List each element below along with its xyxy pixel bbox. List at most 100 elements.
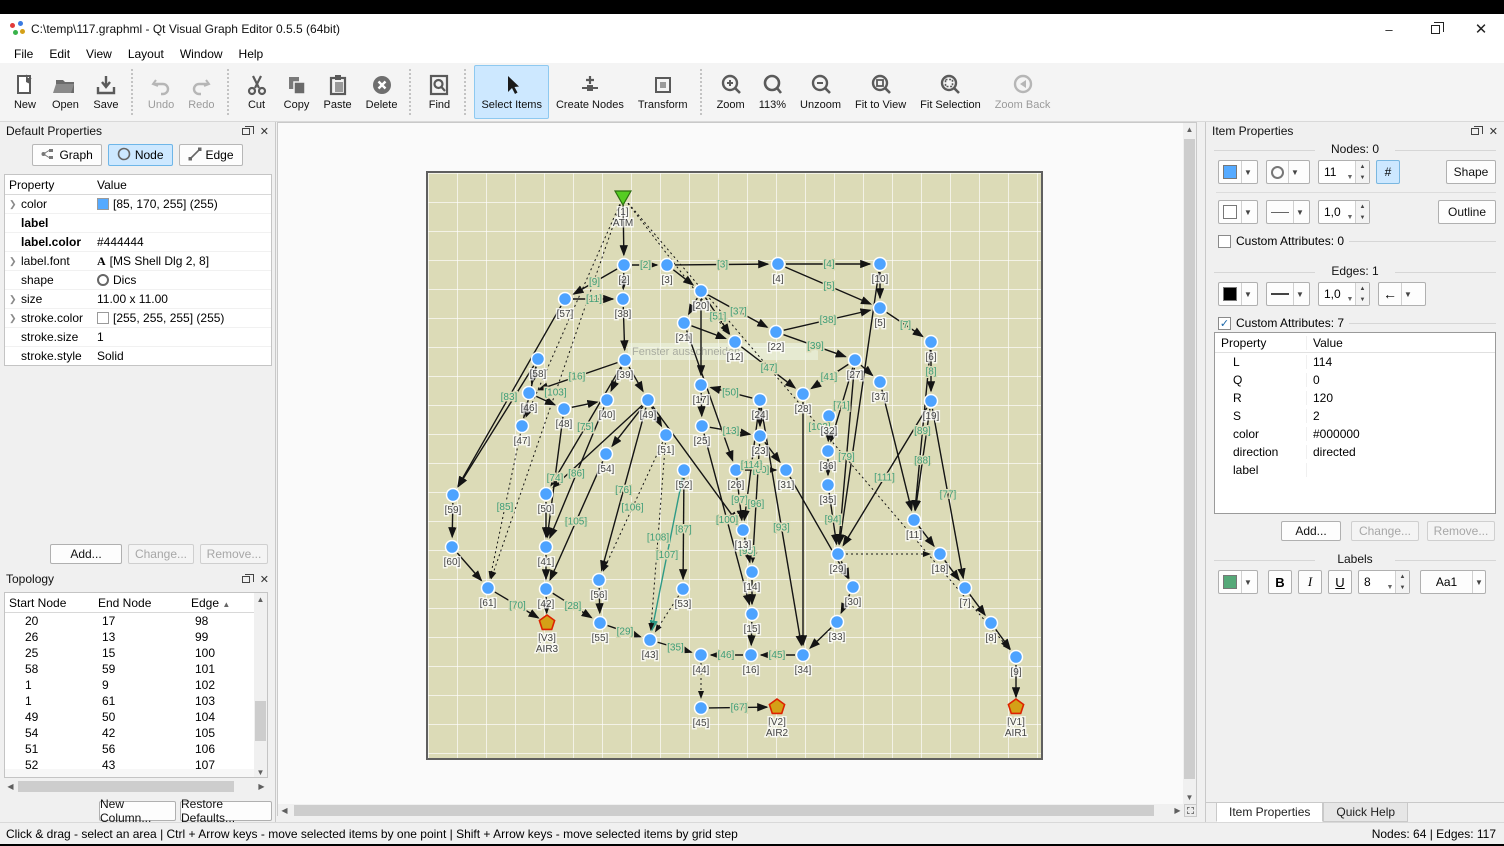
graph-edge[interactable] bbox=[457, 553, 481, 580]
toolbar-paste-button[interactable]: Paste bbox=[317, 65, 359, 119]
graph-node-53[interactable] bbox=[677, 583, 690, 596]
menu-help[interactable]: Help bbox=[231, 46, 272, 62]
canvas-hscrollbar[interactable]: ◀ ▶ bbox=[278, 804, 1184, 817]
graph-edge[interactable] bbox=[673, 270, 693, 285]
node-outline-style-dropdown[interactable]: ▼ bbox=[1266, 200, 1310, 224]
graph-node-10[interactable] bbox=[874, 258, 887, 271]
graph-node-33[interactable] bbox=[831, 616, 844, 629]
graph-node-3[interactable] bbox=[661, 259, 674, 272]
toolbar-unzoom-button[interactable]: Unzoom bbox=[793, 65, 848, 119]
node-color-dropdown[interactable]: ▼ bbox=[1218, 160, 1258, 184]
graph-node-38[interactable] bbox=[617, 293, 630, 306]
graph-node-V2[interactable] bbox=[769, 699, 784, 713]
value-col-header[interactable]: Value bbox=[93, 178, 271, 192]
menu-view[interactable]: View bbox=[78, 46, 120, 62]
graph-node-46[interactable] bbox=[523, 387, 536, 400]
graph-node-60[interactable] bbox=[446, 541, 459, 554]
node-size-lock-toggle[interactable]: # bbox=[1376, 160, 1400, 184]
graph-node-40[interactable] bbox=[601, 394, 614, 407]
toolbar-zoom-button[interactable]: Zoom bbox=[710, 65, 752, 119]
property-row-label.font[interactable]: ❯label.fontA[MS Shell Dlg 2, 8] bbox=[5, 252, 271, 271]
graph-node-30[interactable] bbox=[847, 581, 860, 594]
property-row-size[interactable]: ❯size11.00 x 11.00 bbox=[5, 290, 271, 309]
topology-row[interactable]: 4950104 bbox=[5, 709, 267, 725]
expand-icon[interactable]: ❯ bbox=[9, 294, 19, 305]
graph-node-57[interactable] bbox=[559, 293, 572, 306]
property-row-label[interactable]: label bbox=[5, 214, 271, 233]
graph-node-58[interactable] bbox=[532, 353, 545, 366]
expand-icon[interactable]: ❯ bbox=[9, 313, 19, 324]
graph-node-34[interactable] bbox=[797, 649, 810, 662]
edge-attribute-row[interactable]: Q0 bbox=[1215, 371, 1495, 389]
graph-edge[interactable] bbox=[691, 326, 725, 339]
graph-edge[interactable] bbox=[612, 406, 643, 446]
restore-defaults-button[interactable]: Restore Defaults... bbox=[180, 801, 272, 821]
graph-node-47[interactable] bbox=[516, 420, 529, 433]
property-row-shape[interactable]: shapeDics bbox=[5, 271, 271, 290]
graph-node-48[interactable] bbox=[558, 403, 571, 416]
graph-edge[interactable] bbox=[572, 402, 597, 407]
property-row-color[interactable]: ❯color[85, 170, 255] (255) bbox=[5, 195, 271, 214]
graph-node-9[interactable] bbox=[1010, 651, 1023, 664]
start-node-col-header[interactable]: Start Node bbox=[5, 596, 94, 610]
toolbar-create-button[interactable]: Create Nodes bbox=[549, 65, 631, 119]
new-column-button[interactable]: New Column... bbox=[99, 801, 176, 821]
graph-node-13[interactable] bbox=[737, 524, 750, 537]
graph-canvas[interactable]: Fenster ausschneiden [2][3][4][5][38][7]… bbox=[426, 171, 1043, 760]
topology-row[interactable]: 19102 bbox=[5, 677, 267, 693]
graph-node-V1[interactable] bbox=[1008, 699, 1023, 713]
graph-node-31[interactable] bbox=[780, 464, 793, 477]
node-shape-dropdown[interactable]: ▼ bbox=[1266, 160, 1310, 184]
edge-color-dropdown[interactable]: ▼ bbox=[1218, 282, 1258, 306]
dock-float-icon[interactable] bbox=[242, 576, 250, 583]
graph-node-35[interactable] bbox=[822, 479, 835, 492]
attr-remove-button[interactable]: Remove... bbox=[1427, 521, 1495, 541]
minimize-button[interactable]: – bbox=[1366, 14, 1412, 44]
toolbar-copy-button[interactable]: Copy bbox=[277, 65, 317, 119]
graph-node-22[interactable] bbox=[770, 326, 783, 339]
toolbar-delete-button[interactable]: Delete bbox=[359, 65, 405, 119]
graph-node-59[interactable] bbox=[447, 489, 460, 502]
tab-item-properties[interactable]: Item Properties bbox=[1216, 803, 1323, 822]
graph-node-29[interactable] bbox=[832, 548, 845, 561]
edge-attribute-row[interactable]: color#000000 bbox=[1215, 425, 1495, 443]
graph-node-15[interactable] bbox=[746, 608, 759, 621]
edge-line-style-dropdown[interactable]: ▼ bbox=[1266, 282, 1310, 306]
close-button[interactable]: ✕ bbox=[1458, 14, 1504, 44]
property-row-stroke.size[interactable]: stroke.size1 bbox=[5, 328, 271, 347]
node-size-spinner[interactable]: 11 ▼ ▲▼ bbox=[1318, 160, 1370, 184]
attr-add-button[interactable]: Add... bbox=[1281, 521, 1341, 541]
tab-edge[interactable]: Edge bbox=[179, 144, 243, 166]
graph-node-25[interactable] bbox=[696, 420, 709, 433]
edge-attribute-row[interactable]: label bbox=[1215, 461, 1495, 479]
graph-node-17[interactable] bbox=[695, 379, 708, 392]
bold-button[interactable]: B bbox=[1268, 570, 1292, 594]
expand-icon[interactable]: ❯ bbox=[9, 199, 19, 210]
menu-edit[interactable]: Edit bbox=[41, 46, 78, 62]
topology-row[interactable]: 261399 bbox=[5, 629, 267, 645]
shape-button[interactable]: Shape bbox=[1446, 160, 1496, 184]
edge-attribute-row[interactable]: R120 bbox=[1215, 389, 1495, 407]
graph-node-56[interactable] bbox=[593, 574, 606, 587]
outline-button[interactable]: Outline bbox=[1438, 200, 1496, 224]
topology-row[interactable]: 161103 bbox=[5, 693, 267, 709]
graph-node-52[interactable] bbox=[678, 464, 691, 477]
toolbar-transform-button[interactable]: Transform bbox=[631, 65, 695, 119]
graph-edge[interactable] bbox=[970, 594, 985, 615]
graph-svg[interactable]: [2][3][4][5][38][7][8][9][11][51][37][39… bbox=[428, 173, 1041, 758]
label-size-spinner[interactable]: 8 ▼ ▲▼ bbox=[1358, 570, 1410, 594]
graph-node-18[interactable] bbox=[934, 548, 947, 561]
menu-layout[interactable]: Layout bbox=[120, 46, 172, 62]
toolbar-cut-button[interactable]: Cut bbox=[237, 65, 277, 119]
prop-col-header[interactable]: Property bbox=[5, 178, 93, 192]
graph-node-39[interactable] bbox=[619, 354, 632, 367]
underline-button[interactable]: U bbox=[1328, 570, 1352, 594]
edge-direction-dropdown[interactable]: ← ▼ bbox=[1378, 282, 1426, 306]
node-custom-attributes-checkbox[interactable] bbox=[1218, 235, 1231, 248]
graph-node-43[interactable] bbox=[644, 634, 657, 647]
canvas-vscrollbar[interactable]: ▲ ▼ bbox=[1183, 123, 1196, 804]
toolbar-find-button[interactable]: Find bbox=[419, 65, 459, 119]
graph-node-11[interactable] bbox=[908, 514, 921, 527]
dp-add-button[interactable]: Add... bbox=[50, 544, 122, 564]
graph-node-42[interactable] bbox=[540, 583, 553, 596]
